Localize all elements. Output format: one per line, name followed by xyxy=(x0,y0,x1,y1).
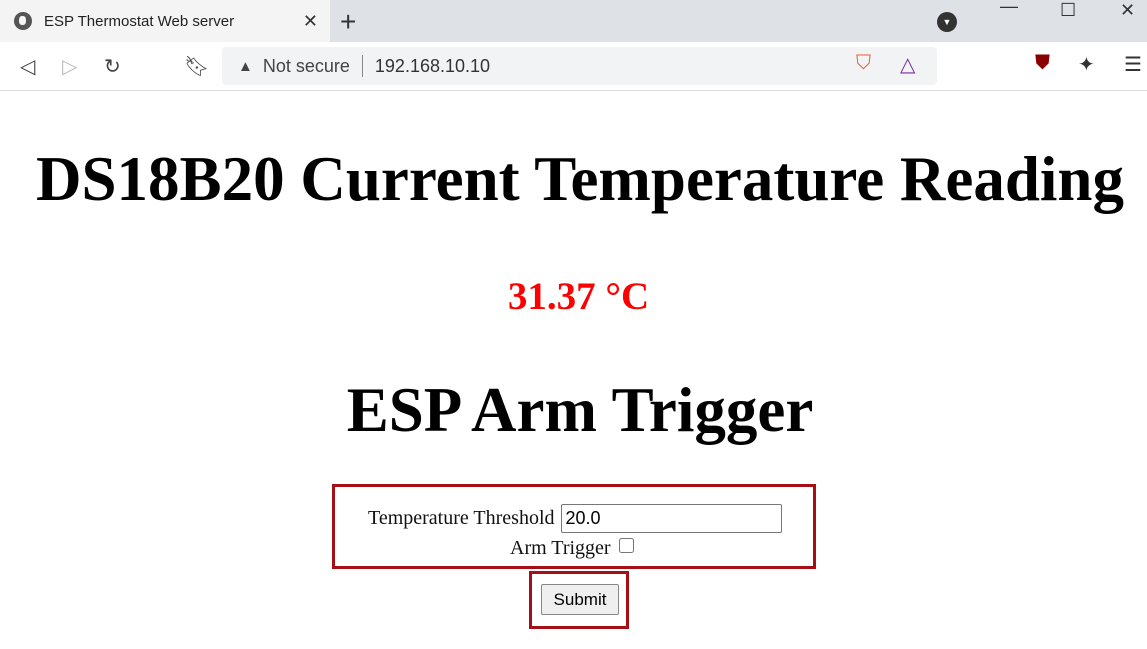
menu-icon[interactable]: ☰ xyxy=(1124,52,1142,77)
url-text[interactable]: 192.168.10.10 xyxy=(375,56,490,77)
extensions-icon[interactable]: ✦ xyxy=(1078,52,1095,77)
close-window-button[interactable]: ✕ xyxy=(1120,0,1135,21)
security-status[interactable]: Not secure xyxy=(263,56,350,77)
reload-button[interactable]: ↻ xyxy=(104,54,121,79)
trigger-heading: ESP Arm Trigger xyxy=(346,375,814,445)
globe-icon xyxy=(14,12,32,30)
tab-title: ESP Thermostat Web server xyxy=(44,12,235,30)
tab-search-icon[interactable]: ▼ xyxy=(937,12,957,32)
ublock-icon[interactable]: ⛊ xyxy=(1035,52,1050,75)
bookmark-icon[interactable]: 🔖︎ xyxy=(184,54,209,79)
submit-highlight: Submit xyxy=(529,571,629,629)
tab-active[interactable]: ESP Thermostat Web server ✕ xyxy=(0,0,330,42)
minimize-button[interactable]: — xyxy=(1000,0,1018,17)
temperature-reading: 31.37 °C xyxy=(507,275,650,318)
brave-shield-icon[interactable]: ⛉ xyxy=(856,52,871,75)
close-tab-icon[interactable]: ✕ xyxy=(303,11,318,32)
threshold-input[interactable] xyxy=(560,504,782,533)
threshold-label: Temperature Threshold xyxy=(368,507,555,529)
brave-rewards-icon[interactable]: △ xyxy=(900,52,915,77)
threshold-form: Temperature Threshold Arm Trigger xyxy=(332,484,816,569)
tab-bar: ESP Thermostat Web server ✕ + ▼ — ☐ ✕ xyxy=(0,0,1147,42)
arm-trigger-checkbox[interactable] xyxy=(618,538,634,553)
toolbar: ◁ ▷ ↻ 🔖︎ ▲ Not secure 192.168.10.10 ⛉ △ … xyxy=(0,42,1147,91)
arm-trigger-label: Arm Trigger xyxy=(510,537,611,559)
warning-icon: ▲ xyxy=(238,57,253,75)
address-bar[interactable]: ▲ Not secure 192.168.10.10 xyxy=(222,47,937,85)
page-title: DS18B20 Current Temperature Reading xyxy=(36,144,1124,214)
divider xyxy=(361,55,363,77)
forward-button[interactable]: ▷ xyxy=(62,54,77,79)
submit-button[interactable]: Submit xyxy=(541,584,619,615)
back-button[interactable]: ◁ xyxy=(20,54,35,79)
new-tab-button[interactable]: + xyxy=(340,6,356,38)
maximize-button[interactable]: ☐ xyxy=(1060,0,1076,21)
